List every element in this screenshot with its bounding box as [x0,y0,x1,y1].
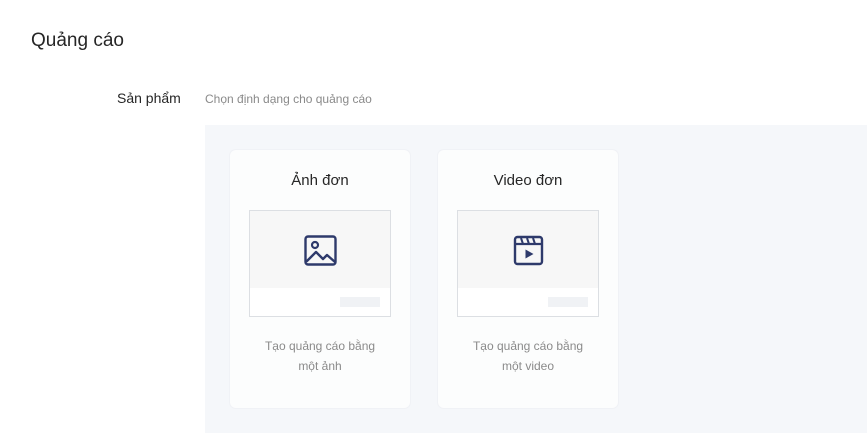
format-card-description-line: Tạo quảng cáo bằng [264,339,376,353]
preview-media-area [250,211,390,288]
format-card-title: Ảnh đơn [291,172,349,189]
format-card-title: Video đơn [493,172,563,189]
product-field-hint: Chọn định dạng cho quảng cáo [205,92,372,106]
product-field-label: Sản phẩm [117,90,181,106]
preview-placeholder-bar [340,297,380,307]
format-card-description-line: một video [501,359,555,373]
format-card-single-image[interactable]: Ảnh đơn Tạo quảng cáo bằng một ảnh [230,150,410,408]
format-card-description-line: Tạo quảng cáo bằng [472,339,584,353]
format-card-description: Tạo quảng cáo bằng một video [458,336,598,376]
format-options-panel: Ảnh đơn Tạo quảng cáo bằng một ảnh Video… [205,125,867,433]
format-preview [457,210,599,317]
format-card-description: Tạo quảng cáo bằng một ảnh [250,336,390,376]
ad-format-page: Quảng cáo Sản phẩm Chọn định dạng cho qu… [0,0,867,437]
image-icon [304,235,337,266]
preview-media-area [458,211,598,288]
video-clapper-icon [513,235,544,266]
section-title: Quảng cáo [31,30,124,51]
format-card-single-video[interactable]: Video đơn Tạo quảng cáo bằng một video [438,150,618,408]
preview-placeholder-bar [548,297,588,307]
format-card-description-line: một ảnh [298,359,342,373]
format-preview [249,210,391,317]
